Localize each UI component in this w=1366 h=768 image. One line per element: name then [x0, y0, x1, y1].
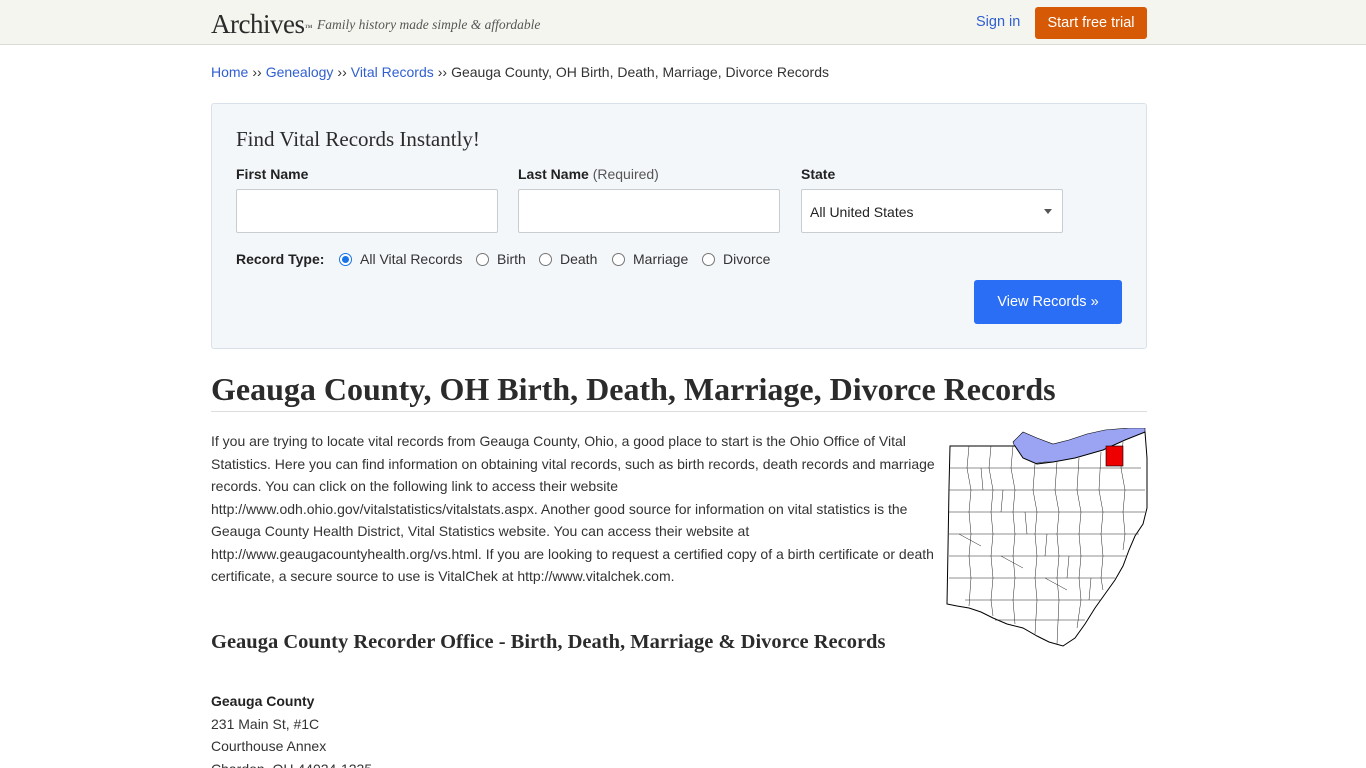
state-select-value: All United States	[810, 204, 914, 220]
breadcrumb-separator: ››	[252, 64, 262, 80]
vital-records-search-form: Find Vital Records Instantly! First Name…	[211, 103, 1147, 349]
office-address-line-1: 231 Main St, #1C	[211, 715, 320, 732]
radio-birth[interactable]: Birth	[476, 250, 526, 268]
state-label: State	[801, 166, 836, 182]
last-name-input[interactable]	[518, 189, 780, 233]
office-name: Geauga County	[211, 693, 315, 709]
office-city-line: Chardon, OH 44024-1235	[211, 758, 372, 768]
breadcrumb-current: Geauga County, OH Birth, Death, Marriage…	[451, 64, 829, 80]
radio-button[interactable]	[612, 252, 625, 266]
radio-button[interactable]	[539, 252, 552, 266]
site-header: Archives™ Family history made simple & a…	[0, 0, 1366, 45]
intro-paragraph: If you are trying to locate vital record…	[211, 433, 935, 584]
site-tagline: Family history made simple & affordable	[317, 17, 541, 32]
first-name-label: First Name	[236, 166, 309, 182]
breadcrumb-vital-records[interactable]: Vital Records	[351, 64, 434, 80]
radio-button-checked[interactable]	[339, 252, 352, 266]
radio-death[interactable]: Death	[539, 250, 597, 268]
title-divider	[211, 411, 1147, 412]
breadcrumb-home[interactable]: Home	[211, 64, 248, 80]
view-records-button[interactable]: View Records »	[974, 280, 1122, 324]
radio-button[interactable]	[702, 252, 715, 266]
last-name-label: Last Name (Required)	[518, 166, 659, 182]
breadcrumb-separator: ››	[437, 64, 448, 80]
site-logo[interactable]: Archives™	[211, 9, 312, 39]
recorder-office-address: Geauga County 231 Main St, #1C Courthous…	[211, 690, 372, 768]
search-form-title: Find Vital Records Instantly!	[236, 127, 480, 151]
chevron-down-icon	[1044, 209, 1052, 214]
radio-marriage[interactable]: Marriage	[612, 250, 688, 268]
record-type-label: Record Type:	[236, 251, 325, 267]
radio-all-vital-records[interactable]: All Vital Records	[339, 250, 462, 268]
ohio-county-map-icon	[946, 428, 1148, 647]
radio-divorce[interactable]: Divorce	[702, 250, 770, 268]
breadcrumb-genealogy[interactable]: Genealogy	[266, 64, 334, 80]
breadcrumb: Home ›› Genealogy ›› Vital Records ›› Geauga C…	[211, 64, 829, 81]
office-address-line-2: Courthouse Annex	[211, 738, 327, 754]
page-title: Geauga County, OH Birth, Death, Marriage…	[211, 371, 1056, 407]
state-select[interactable]: All United States	[801, 189, 1063, 233]
sign-in-link[interactable]: Sign in	[976, 14, 1020, 31]
first-name-input[interactable]	[236, 189, 498, 233]
radio-button[interactable]	[476, 252, 489, 266]
breadcrumb-separator: ››	[337, 64, 347, 80]
recorder-office-heading: Geauga County Recorder Office - Birth, D…	[211, 631, 886, 653]
start-free-trial-button[interactable]: Start free trial	[1035, 7, 1147, 39]
